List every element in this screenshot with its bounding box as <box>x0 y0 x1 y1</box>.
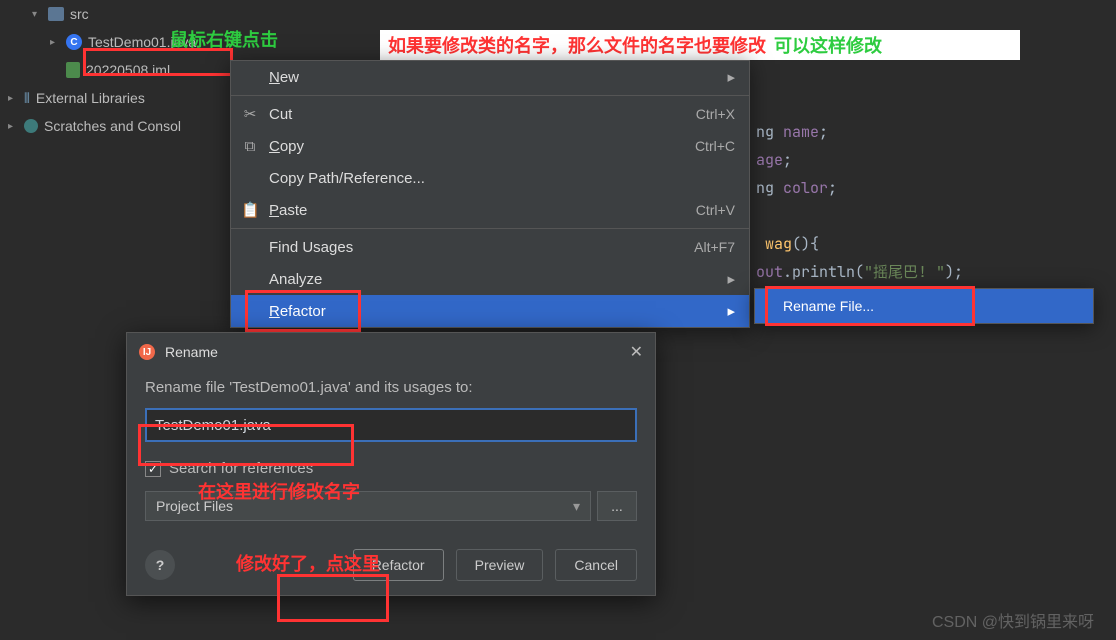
dialog-titlebar: IJ Rename ✕ <box>127 333 655 371</box>
java-class-icon: C <box>66 34 82 50</box>
folder-icon <box>48 7 64 21</box>
help-button[interactable]: ? <box>145 550 175 580</box>
ctx-cut[interactable]: ✂ Cut Ctrl+X <box>231 98 749 130</box>
ctx-paste[interactable]: 📋 Paste Ctrl+V <box>231 194 749 226</box>
annotation-top: 如果要修改类的名字，那么文件的名字也要修改 可以这样修改 <box>380 30 1020 60</box>
search-references-checkbox[interactable]: ✓ <box>145 461 161 477</box>
tree-src-folder[interactable]: ▾ src <box>8 0 238 28</box>
annotation-rename-here: 在这里进行修改名字 <box>198 478 360 504</box>
ctx-copy-path[interactable]: Copy Path/Reference... <box>231 162 749 194</box>
ctx-separator <box>231 95 749 96</box>
sub-rename-file[interactable]: Rename File... <box>755 289 1093 323</box>
close-button[interactable]: ✕ <box>630 342 643 362</box>
ctx-separator <box>231 228 749 229</box>
scope-browse-button[interactable]: ... <box>597 491 637 521</box>
cut-icon: ✂ <box>241 105 259 123</box>
ctx-refactor[interactable]: Refactor ▸ <box>231 295 749 327</box>
ctx-new[interactable]: New ▸ <box>231 61 749 93</box>
tree-scratches[interactable]: ▸ Scratches and Consol <box>8 112 238 140</box>
submenu-arrow-icon: ▸ <box>727 68 735 86</box>
annotation-done-click: 修改好了，点这里 <box>236 550 380 576</box>
dialog-title: Rename <box>165 344 218 360</box>
intellij-icon: IJ <box>139 344 155 360</box>
chevron-right-icon: ▸ <box>50 37 60 48</box>
preview-button[interactable]: Preview <box>456 549 544 581</box>
context-menu: New ▸ ✂ Cut Ctrl+X ⧉ Copy Ctrl+C Copy Pa… <box>230 60 750 328</box>
search-references.checlabel-row: ✓ Search for references <box>145 460 637 477</box>
editor-code: ng name; age; ng color; wag(){ out.print… <box>756 90 963 286</box>
tree-label: Scratches and Consol <box>44 118 181 134</box>
chevron-right-icon: ▸ <box>8 121 18 132</box>
annotation-top-red: 如果要修改类的名字，那么文件的名字也要修改 <box>388 32 766 58</box>
tree-label: 20220508.iml <box>86 62 170 78</box>
chevron-down-icon: ▾ <box>573 498 580 515</box>
submenu-arrow-icon: ▸ <box>727 302 735 320</box>
rename-input[interactable] <box>145 408 637 442</box>
refactor-submenu: Rename File... <box>754 288 1094 324</box>
chevron-right-icon: ▸ <box>8 93 18 104</box>
scratch-icon <box>24 119 38 133</box>
chevron-down-icon: ▾ <box>32 9 42 20</box>
cancel-button[interactable]: Cancel <box>555 549 637 581</box>
submenu-arrow-icon: ▸ <box>727 270 735 288</box>
annotation-top-green: 可以这样修改 <box>774 32 882 58</box>
annotation-right-click: 鼠标右键点击 <box>170 26 278 52</box>
tree-iml-file[interactable]: 20220508.iml <box>8 56 238 84</box>
tree-label: src <box>70 6 89 22</box>
ctx-copy[interactable]: ⧉ Copy Ctrl+C <box>231 130 749 162</box>
copy-icon: ⧉ <box>241 138 259 155</box>
checkbox-label: Search for references <box>169 460 313 477</box>
iml-icon <box>66 62 80 78</box>
tree-label: External Libraries <box>36 90 145 106</box>
paste-icon: 📋 <box>241 201 259 219</box>
library-icon: ⫴ <box>24 90 30 107</box>
watermark: CSDN @快到锅里来呀 <box>932 608 1094 632</box>
ctx-find-usages[interactable]: Find Usages Alt+F7 <box>231 231 749 263</box>
ctx-analyze[interactable]: Analyze ▸ <box>231 263 749 295</box>
project-tree: ▾ src ▸ C TestDemo01.java 20220508.iml ▸… <box>8 0 238 140</box>
dialog-prompt: Rename file 'TestDemo01.java' and its us… <box>145 379 637 396</box>
tree-external-libraries[interactable]: ▸ ⫴ External Libraries <box>8 84 238 112</box>
rename-dialog: IJ Rename ✕ Rename file 'TestDemo01.java… <box>126 332 656 596</box>
